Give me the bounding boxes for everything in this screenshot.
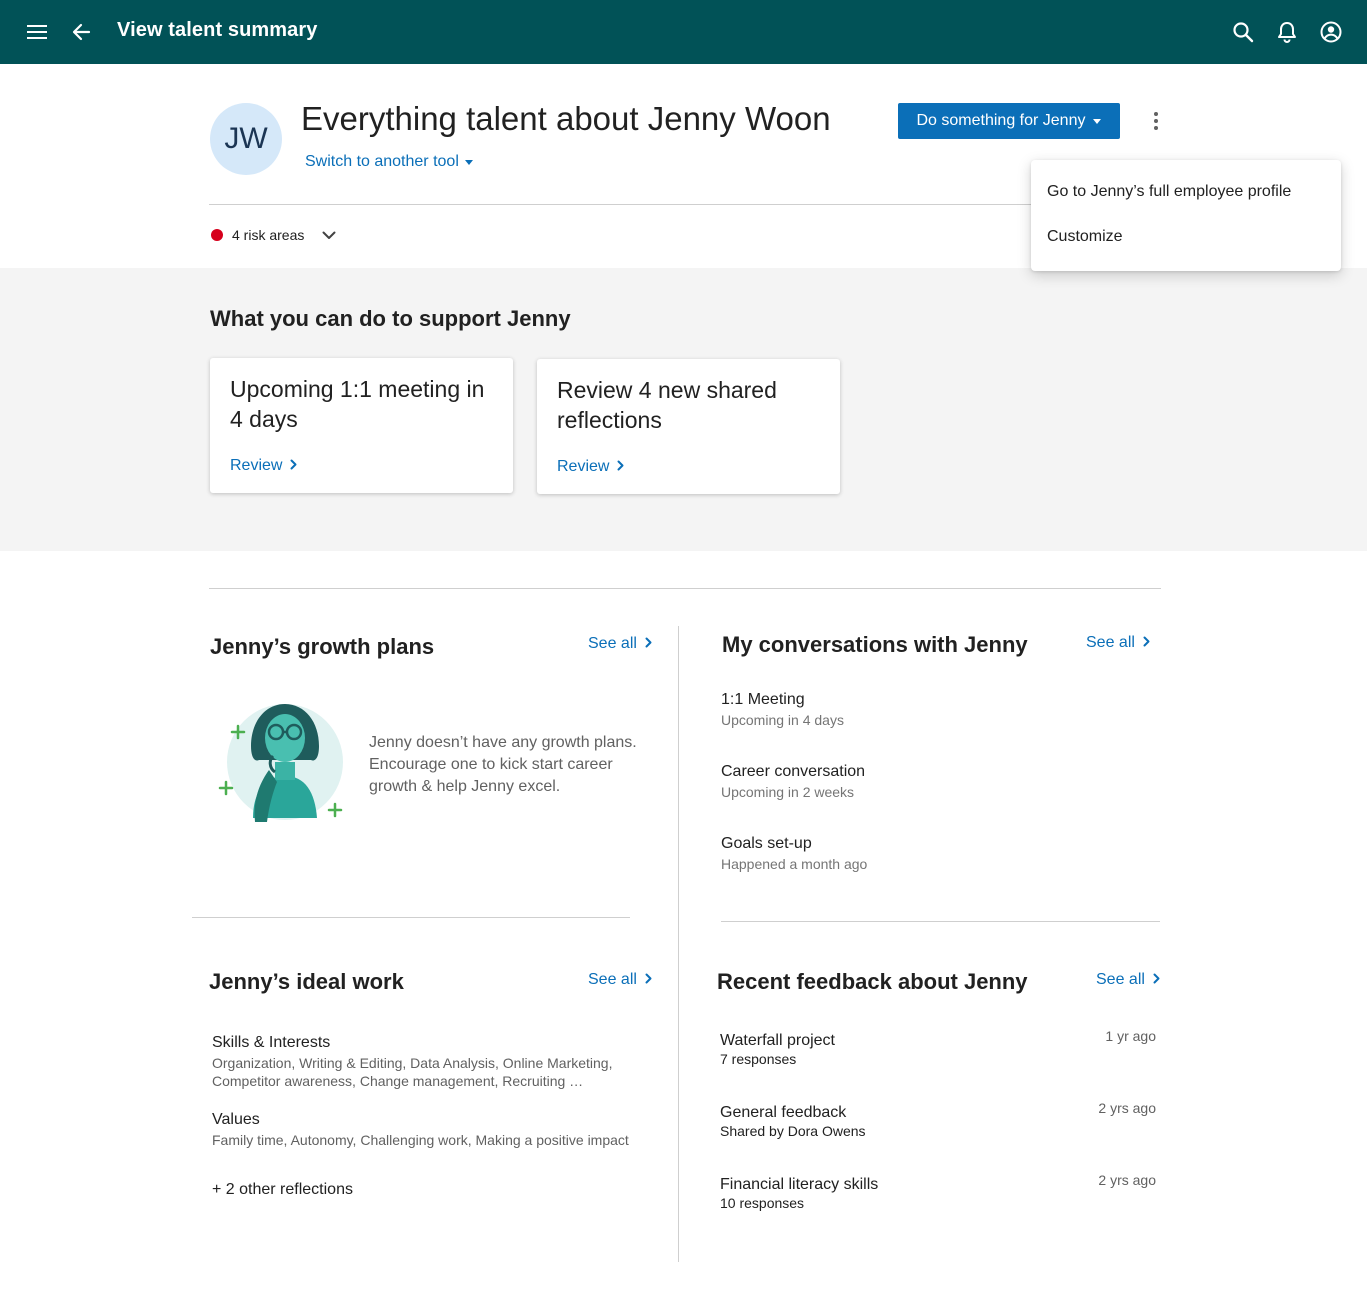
risk-areas-toggle[interactable]: 4 risk areas [211, 227, 336, 243]
skills-value: Organization, Writing & Editing, Data An… [212, 1055, 613, 1089]
switch-tool-label: Switch to another tool [305, 153, 459, 170]
conversation-item[interactable]: Goals set-up Happened a month ago [721, 835, 867, 872]
support-card-reflections[interactable]: Review 4 new shared reflections Review [537, 359, 840, 494]
conversation-item[interactable]: 1:1 Meeting Upcoming in 4 days [721, 691, 844, 728]
feedback-item-time: 2 yrs ago [1098, 1100, 1156, 1116]
feedback-see-all[interactable]: See all [1096, 971, 1160, 989]
growth-plans-empty-text: Jenny doesn’t have any growth plans. Enc… [369, 734, 637, 795]
bell-icon[interactable] [1271, 16, 1303, 48]
overflow-menu: Go to Jenny’s full employee profile Cust… [1031, 160, 1341, 271]
feedback-item-title: General feedback [720, 1104, 847, 1121]
see-all-label: See all [1086, 634, 1135, 651]
ideal-work-see-all[interactable]: See all [588, 971, 652, 989]
divider [721, 921, 1160, 922]
review-link[interactable]: Review [230, 457, 297, 475]
growth-plans-illustration [213, 700, 345, 826]
conversation-title: 1:1 Meeting [721, 691, 805, 708]
values-value: Family time, Autonomy, Challenging work,… [212, 1132, 629, 1148]
card-text: Upcoming 1:1 meeting in 4 days [230, 376, 485, 432]
card-text: Review 4 new shared reflections [557, 377, 777, 433]
menu-item-full-profile[interactable]: Go to Jenny’s full employee profile [1047, 183, 1291, 201]
chevron-down-icon [322, 227, 336, 243]
feedback-item[interactable]: Waterfall project 7 responses 1 yr ago [720, 1028, 1156, 1067]
feedback-item-subtitle: 10 responses [720, 1195, 805, 1211]
conversation-item[interactable]: Career conversation Upcoming in 2 weeks [721, 763, 865, 800]
feedback-item-title: Financial literacy skills [720, 1176, 879, 1193]
menu-icon[interactable] [21, 16, 53, 48]
ideal-work-title: Jenny’s ideal work [209, 969, 404, 994]
chevron-right-icon [290, 457, 297, 475]
conversation-title: Career conversation [721, 763, 866, 780]
skills-label: Skills & Interests [212, 1034, 331, 1051]
menu-item-customize[interactable]: Customize [1047, 228, 1123, 246]
feedback-item[interactable]: Financial literacy skills 10 responses 2… [720, 1172, 1156, 1211]
feedback-item-subtitle: 7 responses [720, 1051, 797, 1067]
support-title: What you can do to support Jenny [210, 306, 571, 331]
values-label: Values [212, 1111, 260, 1128]
avatar: JW [210, 103, 282, 175]
review-label: Review [557, 458, 610, 475]
switch-tool-dropdown[interactable]: Switch to another tool [305, 153, 473, 171]
conversations-title: My conversations with Jenny [722, 632, 1028, 657]
feedback-item-title: Waterfall project [720, 1032, 835, 1049]
back-arrow-icon[interactable] [65, 16, 97, 48]
risk-status-dot [211, 229, 223, 241]
app-bar-title: View talent summary [117, 19, 318, 41]
app-bar: View talent summary [0, 0, 1367, 64]
divider [192, 917, 630, 918]
divider [209, 588, 1161, 589]
feedback-item-time: 1 yr ago [1105, 1028, 1156, 1044]
see-all-label: See all [588, 635, 637, 652]
feedback-item-subtitle: Shared by Dora Owens [720, 1123, 866, 1139]
risk-areas-label: 4 risk areas [232, 227, 305, 243]
chevron-right-icon [645, 971, 652, 989]
growth-plans-title: Jenny’s growth plans [210, 634, 435, 659]
caret-down-icon [464, 159, 473, 165]
conversation-subtitle: Upcoming in 2 weeks [721, 784, 855, 800]
conversation-subtitle: Upcoming in 4 days [721, 712, 844, 728]
see-all-label: See all [1096, 971, 1145, 988]
conversations-see-all[interactable]: See all [1086, 634, 1150, 652]
see-all-label: See all [588, 971, 637, 988]
feedback-item[interactable]: General feedback Shared by Dora Owens 2 … [720, 1100, 1156, 1139]
feedback-item-time: 2 yrs ago [1098, 1172, 1156, 1188]
conversation-title: Goals set-up [721, 835, 812, 852]
caret-down-icon [1093, 118, 1102, 124]
chevron-right-icon [617, 458, 624, 476]
review-label: Review [230, 457, 283, 474]
do-something-button[interactable]: Do something for Jenny [898, 103, 1120, 139]
feedback-title: Recent feedback about Jenny [717, 969, 1028, 994]
search-icon[interactable] [1227, 16, 1259, 48]
conversation-subtitle: Happened a month ago [721, 856, 868, 872]
chevron-right-icon [645, 635, 652, 653]
account-circle-icon[interactable] [1315, 16, 1347, 48]
chevron-right-icon [1143, 634, 1150, 652]
chevron-right-icon [1153, 971, 1160, 989]
growth-plans-see-all[interactable]: See all [588, 635, 652, 653]
support-card-meeting[interactable]: Upcoming 1:1 meeting in 4 days Review [210, 358, 513, 493]
page-title: Everything talent about Jenny Woon [301, 100, 831, 137]
do-something-label: Do something for Jenny [916, 112, 1086, 129]
review-link[interactable]: Review [557, 458, 624, 476]
more-vert-icon[interactable] [1142, 106, 1170, 136]
other-reflections-link[interactable]: + 2 other reflections [212, 1181, 353, 1199]
column-divider [678, 626, 679, 1262]
divider [209, 204, 1031, 205]
support-section: What you can do to support Jenny Upcomin… [0, 268, 1367, 551]
